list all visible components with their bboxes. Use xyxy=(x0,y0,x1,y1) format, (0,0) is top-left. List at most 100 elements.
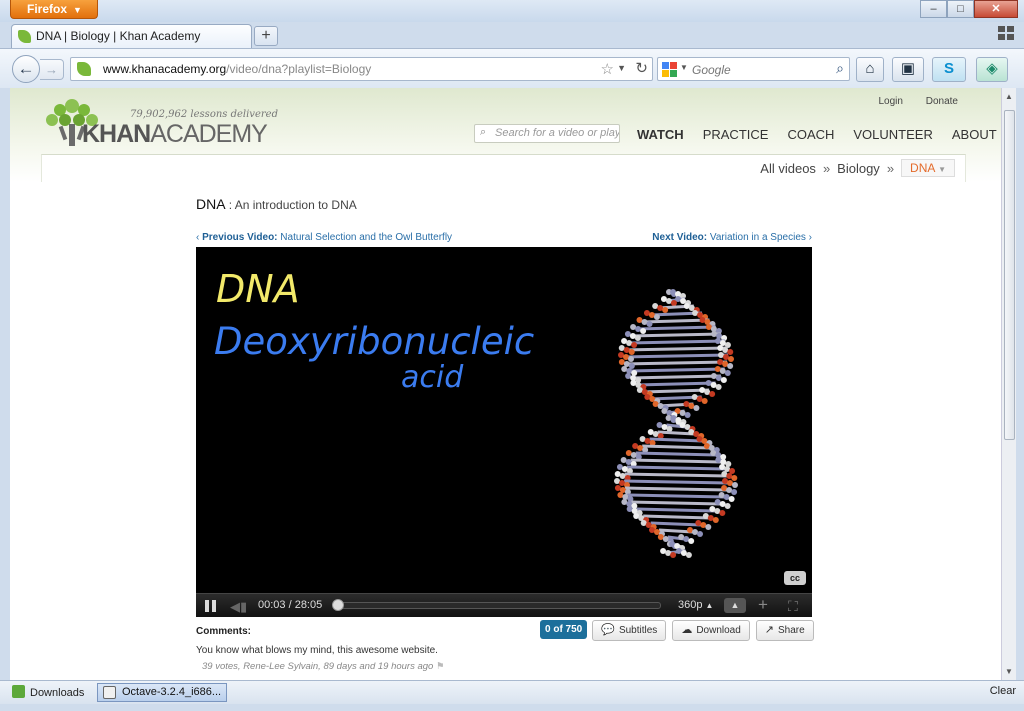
clear-downloads-button[interactable]: Clear xyxy=(990,685,1016,697)
share-button[interactable]: ↗ Share xyxy=(755,620,814,641)
video-frame: DNA Deoxyribonucleic acid xyxy=(214,267,738,558)
forward-arrow-icon: → xyxy=(45,62,58,77)
site-header: 79,902,962 lessons delivered KHANACADEMY… xyxy=(10,88,1001,182)
board-text-dna: DNA xyxy=(216,267,300,311)
addon-button[interactable]: ◈ xyxy=(976,57,1008,82)
home-icon: ⌂ xyxy=(865,60,875,77)
new-tab-button[interactable]: + xyxy=(254,26,278,46)
site-identity-icon xyxy=(77,62,91,76)
quality-selector[interactable]: 360p ▲ xyxy=(678,599,713,611)
scroll-thumb[interactable] xyxy=(1004,110,1015,440)
bookmark-star-icon[interactable]: ☆ xyxy=(601,60,614,78)
plus-icon[interactable]: + xyxy=(758,595,768,615)
fullscreen-icon[interactable]: ⛶ xyxy=(788,598,798,615)
comment-count-badge[interactable]: 0 of 750 xyxy=(540,620,588,639)
login-link[interactable]: Login xyxy=(879,96,903,107)
chevron-right-icon: › xyxy=(805,232,812,243)
bookmarks-button[interactable]: ▣ xyxy=(892,57,924,82)
engine-dropdown-icon[interactable]: ▼ xyxy=(680,63,688,72)
donate-link[interactable]: Donate xyxy=(926,96,958,107)
page-scrollbar[interactable]: ▲ ▼ xyxy=(1001,88,1016,680)
download-label: Download xyxy=(696,625,741,636)
breadcrumb-separator-icon: » xyxy=(822,160,831,176)
video-title-main: DNA xyxy=(196,196,225,212)
nav-practice[interactable]: PRACTICE xyxy=(703,127,769,142)
scroll-up-icon[interactable]: ▲ xyxy=(1005,92,1013,101)
nav-watch[interactable]: WATCH xyxy=(637,127,684,142)
comment-meta: 39 votes, Rene-Lee Sylvain, 89 days and … xyxy=(202,661,445,672)
tab-strip: DNA | Biology | Khan Academy + xyxy=(0,22,1024,48)
chevron-up-icon: ▲ xyxy=(705,601,714,610)
video-title: DNA : An introduction to DNA xyxy=(196,196,357,212)
google-engine-icon[interactable] xyxy=(662,62,677,77)
url-domain: www.khanacademy.org xyxy=(103,62,227,76)
history-dropdown-icon[interactable]: ▼ xyxy=(617,63,626,73)
url-text[interactable]: www.khanacademy.org/video/dna?playlist=B… xyxy=(103,62,371,76)
breadcrumb-current-dropdown[interactable]: DNA ▼ xyxy=(901,159,955,177)
expand-panel-button[interactable]: ▲ xyxy=(724,598,746,613)
home-button[interactable]: ⌂ xyxy=(856,57,884,82)
video-title-subtitle: : An introduction to DNA xyxy=(228,198,357,212)
web-page: 79,902,962 lessons delivered KHANACADEMY… xyxy=(10,88,1001,680)
skype-icon: S xyxy=(943,60,954,77)
forward-button[interactable]: → xyxy=(40,59,64,80)
next-video-link[interactable]: Next Video: Variation in a Species › xyxy=(652,232,812,243)
window-titlebar: Firefox ▼ – □ ✕ xyxy=(0,0,1024,22)
site-search-input[interactable]: ⌕ Search for a video or playlist xyxy=(474,124,620,143)
video-player[interactable]: DNA Deoxyribonucleic acid cc xyxy=(196,247,812,617)
maximize-button[interactable]: □ xyxy=(947,0,974,18)
close-window-button[interactable]: ✕ xyxy=(974,0,1018,18)
board-text-acid: acid xyxy=(401,360,464,395)
breadcrumb-current-label: DNA xyxy=(910,161,935,175)
download-button[interactable]: ☁ Download xyxy=(672,620,750,641)
volume-icon[interactable]: ◀▮ xyxy=(230,599,247,615)
flag-icon[interactable]: ⚑ xyxy=(436,661,445,672)
video-controls: ◀▮ 00:03 / 28:05 360p ▲ ▲ + ⛶ xyxy=(196,593,812,617)
nav-about[interactable]: ABOUT xyxy=(952,127,997,142)
address-bar[interactable]: www.khanacademy.org/video/dna?playlist=B… xyxy=(70,57,653,81)
board-text-deoxyribonucleic: Deoxyribonucleic xyxy=(214,320,534,363)
scroll-down-icon[interactable]: ▼ xyxy=(1005,667,1013,676)
window-controls: – □ ✕ xyxy=(920,0,1018,18)
tab-dna-biology[interactable]: DNA | Biology | Khan Academy xyxy=(11,24,252,48)
subtitles-label: Subtitles xyxy=(618,625,658,636)
khan-leaf-icon xyxy=(18,30,31,43)
search-icon: ⌕ xyxy=(480,126,487,138)
search-placeholder: Google xyxy=(692,63,731,77)
download-item[interactable]: Octave-3.2.4_i686... xyxy=(97,683,227,702)
search-icon[interactable]: ⌕ xyxy=(836,60,844,77)
breadcrumb-items: All videos » Biology » DNA ▼ xyxy=(760,159,955,177)
skype-addon-button[interactable]: S xyxy=(932,57,966,82)
comment-meta-text: 39 votes, Rene-Lee Sylvain, 89 days and … xyxy=(202,661,434,672)
khan-academy-logo[interactable]: KHANACADEMY xyxy=(82,120,268,149)
breadcrumb-all-videos[interactable]: All videos xyxy=(760,161,816,176)
firefox-menu-button[interactable]: Firefox ▼ xyxy=(10,0,98,19)
time-display: 00:03 / 28:05 xyxy=(258,599,323,611)
url-path: /video/dna?playlist=Biology xyxy=(226,62,372,76)
previous-video-title: Natural Selection and the Owl Butterfly xyxy=(280,232,453,243)
subtitles-button[interactable]: 💬 Subtitles xyxy=(592,620,667,641)
seek-handle[interactable] xyxy=(331,599,344,611)
search-bar[interactable]: ▼ Google ⌕ xyxy=(657,57,850,81)
nav-coach[interactable]: COACH xyxy=(787,127,834,142)
breadcrumb-separator-icon: » xyxy=(886,160,895,176)
breadcrumb-biology[interactable]: Biology xyxy=(837,161,880,176)
logo-bold: KHAN xyxy=(82,120,151,148)
back-button[interactable]: ← xyxy=(12,55,40,83)
nav-volunteer[interactable]: VOLUNTEER xyxy=(853,127,932,142)
previous-video-link[interactable]: ‹ Previous Video: Natural Selection and … xyxy=(196,232,452,243)
pause-icon[interactable] xyxy=(205,600,217,612)
tab-list-icon[interactable] xyxy=(998,26,1016,42)
reload-icon[interactable]: ↻ xyxy=(635,59,648,77)
downloads-button[interactable]: Downloads xyxy=(12,685,84,699)
quality-label: 360p xyxy=(678,599,703,611)
account-links: Login Donate xyxy=(859,96,959,107)
navigation-toolbar: ← → www.khanacademy.org/video/dna?playli… xyxy=(0,48,1024,88)
seek-bar[interactable] xyxy=(336,602,661,609)
closed-captions-button[interactable]: cc xyxy=(784,571,806,585)
minimize-button[interactable]: – xyxy=(920,0,947,18)
downloads-label: Downloads xyxy=(30,687,85,699)
speech-bubble-icon: 💬 xyxy=(601,624,615,636)
breadcrumb: All videos » Biology » DNA ▼ xyxy=(41,154,966,182)
downloads-bar: Downloads Octave-3.2.4_i686... Clear xyxy=(0,680,1024,704)
